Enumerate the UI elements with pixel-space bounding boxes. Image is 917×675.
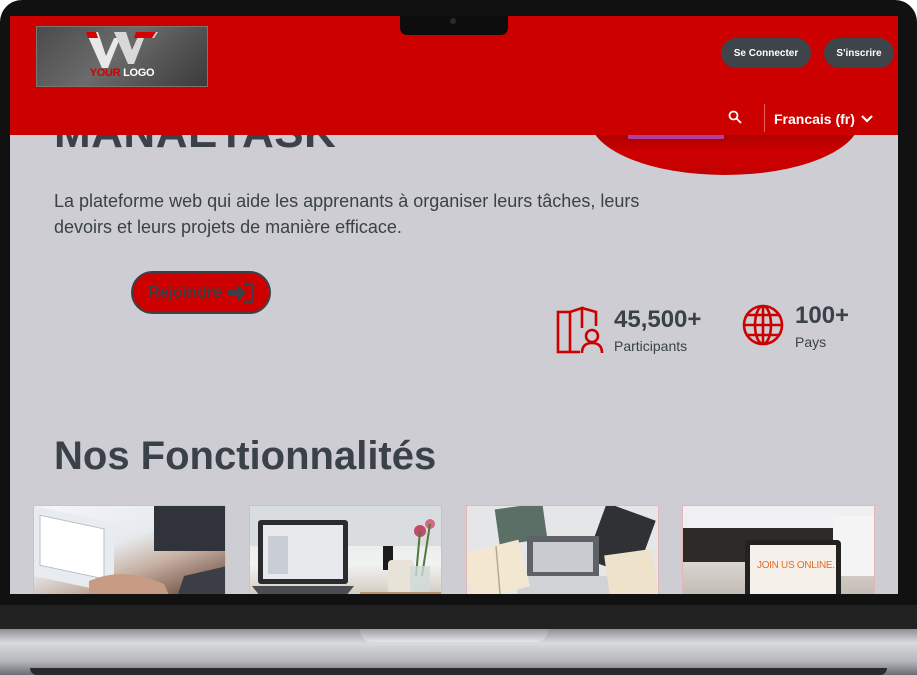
stat-participants-label: Participants (614, 338, 688, 354)
language-label: Francais (fr) (774, 111, 855, 127)
globe-icon (742, 304, 784, 346)
feature-card[interactable] (249, 505, 442, 594)
stat-participants-icon-wrap (556, 306, 604, 361)
feature-card[interactable]: JOIN US ONLINE. (682, 505, 875, 594)
book-user-icon (556, 306, 604, 354)
camera-icon (450, 18, 456, 24)
stat-countries-icon-wrap (741, 302, 785, 353)
stat-countries-label: Pays (795, 334, 827, 350)
signup-button[interactable]: S'inscrire (824, 38, 894, 68)
chevron-down-icon (861, 115, 873, 123)
card-caption: JOIN US ONLINE. (757, 560, 835, 571)
laptop-books-photo (467, 506, 658, 594)
laptop-base-shadow (30, 668, 887, 675)
features-title: Nos Fonctionnalités (54, 434, 437, 478)
laptop-typing-photo (34, 506, 225, 594)
laptop-desk-coffee-photo (250, 506, 441, 594)
feature-card[interactable] (466, 505, 659, 594)
search-icon[interactable] (728, 110, 742, 124)
feature-card[interactable] (33, 505, 226, 594)
logo-mark-icon (86, 32, 158, 68)
stat-participants: 45,500+ Participants (614, 306, 701, 354)
laptop-hinge (0, 605, 917, 629)
sign-in-arrow-icon (227, 282, 254, 303)
login-button[interactable]: Se Connecter (721, 38, 811, 68)
hero-description: La plateforme web qui aide les apprenant… (54, 191, 640, 237)
language-selector[interactable]: Francais (fr) (774, 111, 873, 127)
camera-notch (400, 16, 508, 35)
header-divider (764, 104, 765, 132)
stat-participants-value: 45,500+ (614, 306, 702, 333)
join-button-label: Rejoindre (148, 283, 222, 301)
stat-countries: 100+ Pays (795, 302, 849, 350)
browser-screen: MANAETASK La plateforme web qui aide les… (10, 16, 898, 594)
logo-text: YOUR LOGO (89, 67, 155, 79)
join-us-online-tablet-photo (683, 506, 874, 594)
stat-countries-value: 100+ (795, 302, 850, 329)
site-logo[interactable]: YOUR LOGO (36, 26, 208, 87)
join-button[interactable]: Rejoindre (131, 271, 271, 314)
laptop-opening-groove (360, 629, 548, 642)
